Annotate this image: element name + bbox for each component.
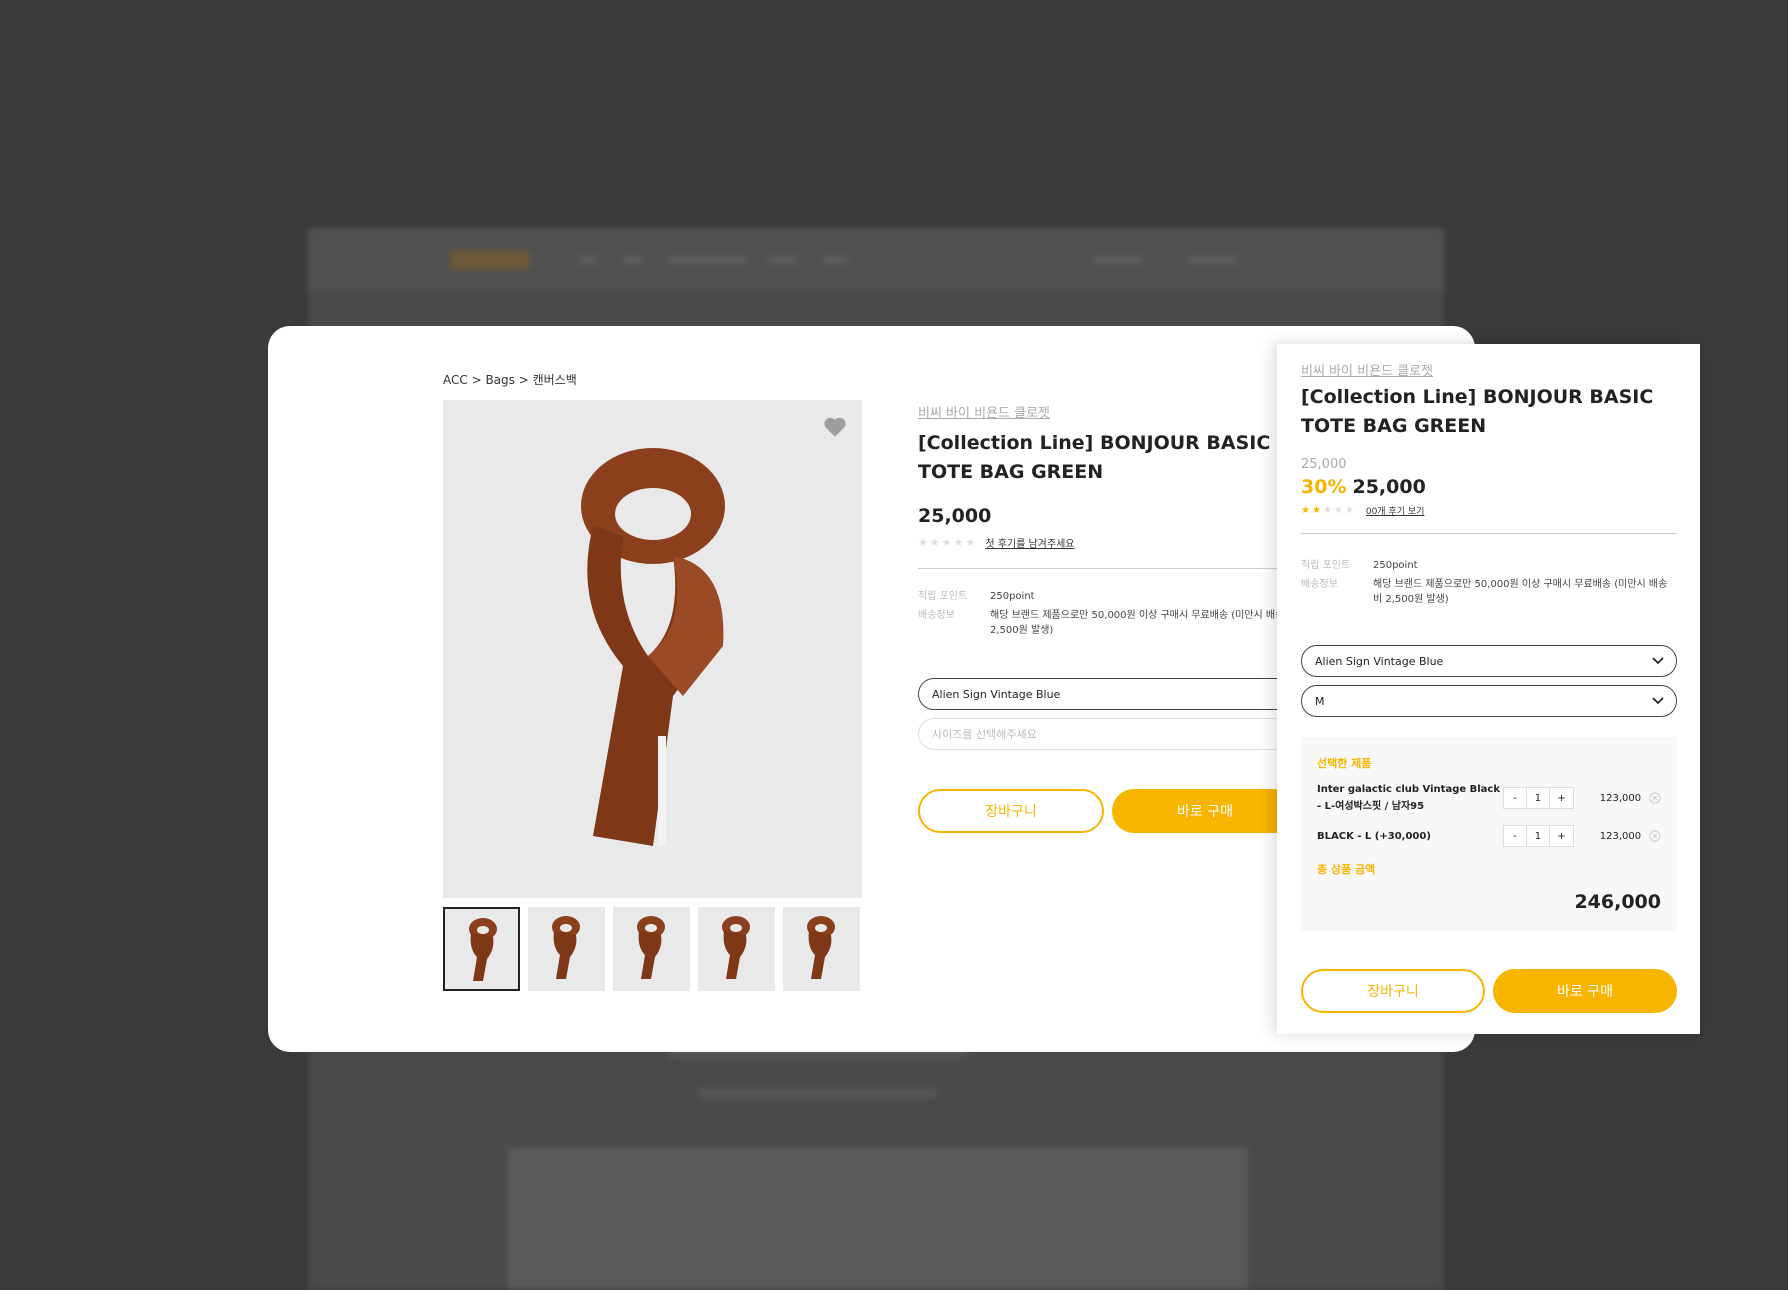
background-nav-item bbox=[578, 256, 598, 264]
point-label: 적립 포인트 bbox=[918, 591, 968, 602]
cart-button[interactable]: 장바구니 bbox=[918, 789, 1104, 833]
point-value: 250point bbox=[1373, 560, 1418, 571]
discount-rate: 30% bbox=[1301, 476, 1347, 498]
rating-row: ★★★★★ 00개 후기 보기 bbox=[1301, 504, 1677, 517]
background-nav-item bbox=[668, 256, 748, 264]
quantity-stepper: - 1 + bbox=[1502, 787, 1574, 809]
background-logo bbox=[450, 250, 530, 270]
buy-now-button[interactable]: 바로 구매 bbox=[1112, 789, 1298, 833]
product-image bbox=[443, 400, 862, 898]
background-text bbox=[698, 1088, 938, 1098]
background-nav bbox=[308, 228, 1444, 292]
minus-button[interactable]: - bbox=[1504, 826, 1527, 846]
thumbnail[interactable] bbox=[613, 907, 690, 991]
quantity-value[interactable]: 1 bbox=[1527, 788, 1550, 808]
purchase-panel-content: 비씨 바이 비욘드 클로젯 [Collection Line] BONJOUR … bbox=[1301, 360, 1677, 1013]
size-select[interactable]: M bbox=[1301, 685, 1677, 717]
scarf-thumbnail-icon bbox=[552, 916, 580, 979]
buy-now-button[interactable]: 바로 구매 bbox=[1493, 969, 1677, 1013]
thumbnail[interactable] bbox=[528, 907, 605, 991]
star-rating: ★★★★★ bbox=[1301, 505, 1356, 516]
selected-item-name: BLACK - L (+30,000) bbox=[1317, 830, 1431, 842]
shipping-value: 해당 브랜드 제품으로만 50,000원 이상 구매시 무료배송 (미만시 배송… bbox=[990, 610, 1294, 636]
selected-item: BLACK - L (+30,000) - 1 + 123,000 bbox=[1317, 825, 1661, 847]
chevron-down-icon bbox=[1652, 697, 1664, 705]
background-image bbox=[508, 1148, 1248, 1290]
color-select-value: Alien Sign Vintage Blue bbox=[1315, 654, 1444, 668]
review-link[interactable]: 첫 후기를 남겨주세요 bbox=[985, 535, 1074, 550]
selected-item-name: Inter galactic club Vintage Black - L-여성… bbox=[1317, 784, 1500, 812]
star-empty-icon: ★ bbox=[1322, 505, 1334, 516]
scarf-thumbnail-icon bbox=[807, 916, 835, 979]
selected-title: 선택한 제품 bbox=[1317, 757, 1372, 770]
background-nav-item bbox=[768, 256, 798, 264]
heart-icon[interactable] bbox=[822, 414, 848, 440]
color-select[interactable]: Alien Sign Vintage Blue bbox=[1301, 645, 1677, 677]
star-filled-icon: ★ bbox=[1311, 505, 1323, 516]
total-value: 246,000 bbox=[1574, 891, 1661, 913]
product-title: [Collection Line] BONJOUR BASIC TOTE BAG… bbox=[1301, 386, 1654, 437]
original-price: 25,000 bbox=[1301, 457, 1347, 472]
remove-icon[interactable] bbox=[1649, 830, 1661, 842]
brand-link[interactable]: 비씨 바이 비욘드 클로젯 bbox=[1301, 360, 1677, 379]
plus-button[interactable]: + bbox=[1550, 788, 1573, 808]
breadcrumb[interactable]: ACC > Bags > 캔버스백 bbox=[443, 371, 577, 388]
background-nav-item bbox=[823, 256, 848, 264]
total-label: 총 상품 금액 bbox=[1317, 863, 1376, 876]
scarf-thumbnail-icon bbox=[722, 916, 750, 979]
quantity-value[interactable]: 1 bbox=[1527, 826, 1550, 846]
selected-item: Inter galactic club Vintage Black - L-여성… bbox=[1317, 781, 1661, 815]
thumbnail[interactable] bbox=[783, 907, 860, 991]
purchase-panel: 비씨 바이 비욘드 클로젯 [Collection Line] BONJOUR … bbox=[1277, 344, 1700, 1034]
sale-price-row: 30% 25,000 bbox=[1301, 476, 1677, 498]
star-rating: ★★★★★ bbox=[918, 536, 978, 549]
thumbnail[interactable] bbox=[698, 907, 775, 991]
star-empty-icon: ★ bbox=[1333, 505, 1345, 516]
remove-icon[interactable] bbox=[1649, 792, 1661, 804]
scarf-illustration bbox=[581, 448, 725, 846]
point-value: 250point bbox=[990, 591, 1035, 602]
shipping-label: 배송정보 bbox=[1301, 579, 1338, 590]
review-link[interactable]: 00개 후기 보기 bbox=[1366, 504, 1425, 517]
selected-item-price: 123,000 bbox=[1599, 830, 1642, 842]
divider bbox=[1301, 533, 1677, 534]
thumbnail-strip bbox=[443, 907, 860, 991]
product-meta: 적립 포인트 250point 배송정보 해당 브랜드 제품으로만 50,000… bbox=[1301, 558, 1677, 607]
background-nav-item bbox=[1093, 256, 1143, 264]
sale-price: 25,000 bbox=[1352, 476, 1426, 498]
scarf-thumbnail-icon bbox=[637, 916, 665, 979]
selected-products: 선택한 제품 Inter galactic club Vintage Black… bbox=[1301, 737, 1677, 931]
point-row: 적립 포인트 250point bbox=[1301, 558, 1677, 573]
star-empty-icon: ★ bbox=[1344, 505, 1356, 516]
background-nav-item bbox=[1188, 256, 1238, 264]
shipping-label: 배송정보 bbox=[918, 610, 955, 621]
quantity-stepper: - 1 + bbox=[1502, 825, 1574, 847]
size-select-value: M bbox=[1315, 694, 1325, 708]
scarf-thumbnail-icon bbox=[469, 918, 497, 981]
star-filled-icon: ★ bbox=[1301, 505, 1312, 516]
shipping-value: 해당 브랜드 제품으로만 50,000원 이상 구매시 무료배송 (미만시 배송… bbox=[1373, 579, 1668, 605]
minus-button[interactable]: - bbox=[1504, 788, 1527, 808]
selected-item-price: 123,000 bbox=[1599, 792, 1642, 804]
thumbnail[interactable] bbox=[443, 907, 520, 991]
product-title: [Collection Line] BONJOUR BASIC TOTE BAG… bbox=[918, 432, 1271, 483]
shipping-row: 배송정보 해당 브랜드 제품으로만 50,000원 이상 구매시 무료배송 (미… bbox=[1301, 577, 1677, 607]
point-label: 적립 포인트 bbox=[1301, 560, 1351, 571]
background-nav-item bbox=[623, 256, 643, 264]
cart-button[interactable]: 장바구니 bbox=[1301, 969, 1485, 1013]
chevron-down-icon bbox=[1652, 657, 1664, 665]
plus-button[interactable]: + bbox=[1550, 826, 1573, 846]
action-buttons: 장바구니 바로 구매 bbox=[1301, 969, 1677, 1013]
